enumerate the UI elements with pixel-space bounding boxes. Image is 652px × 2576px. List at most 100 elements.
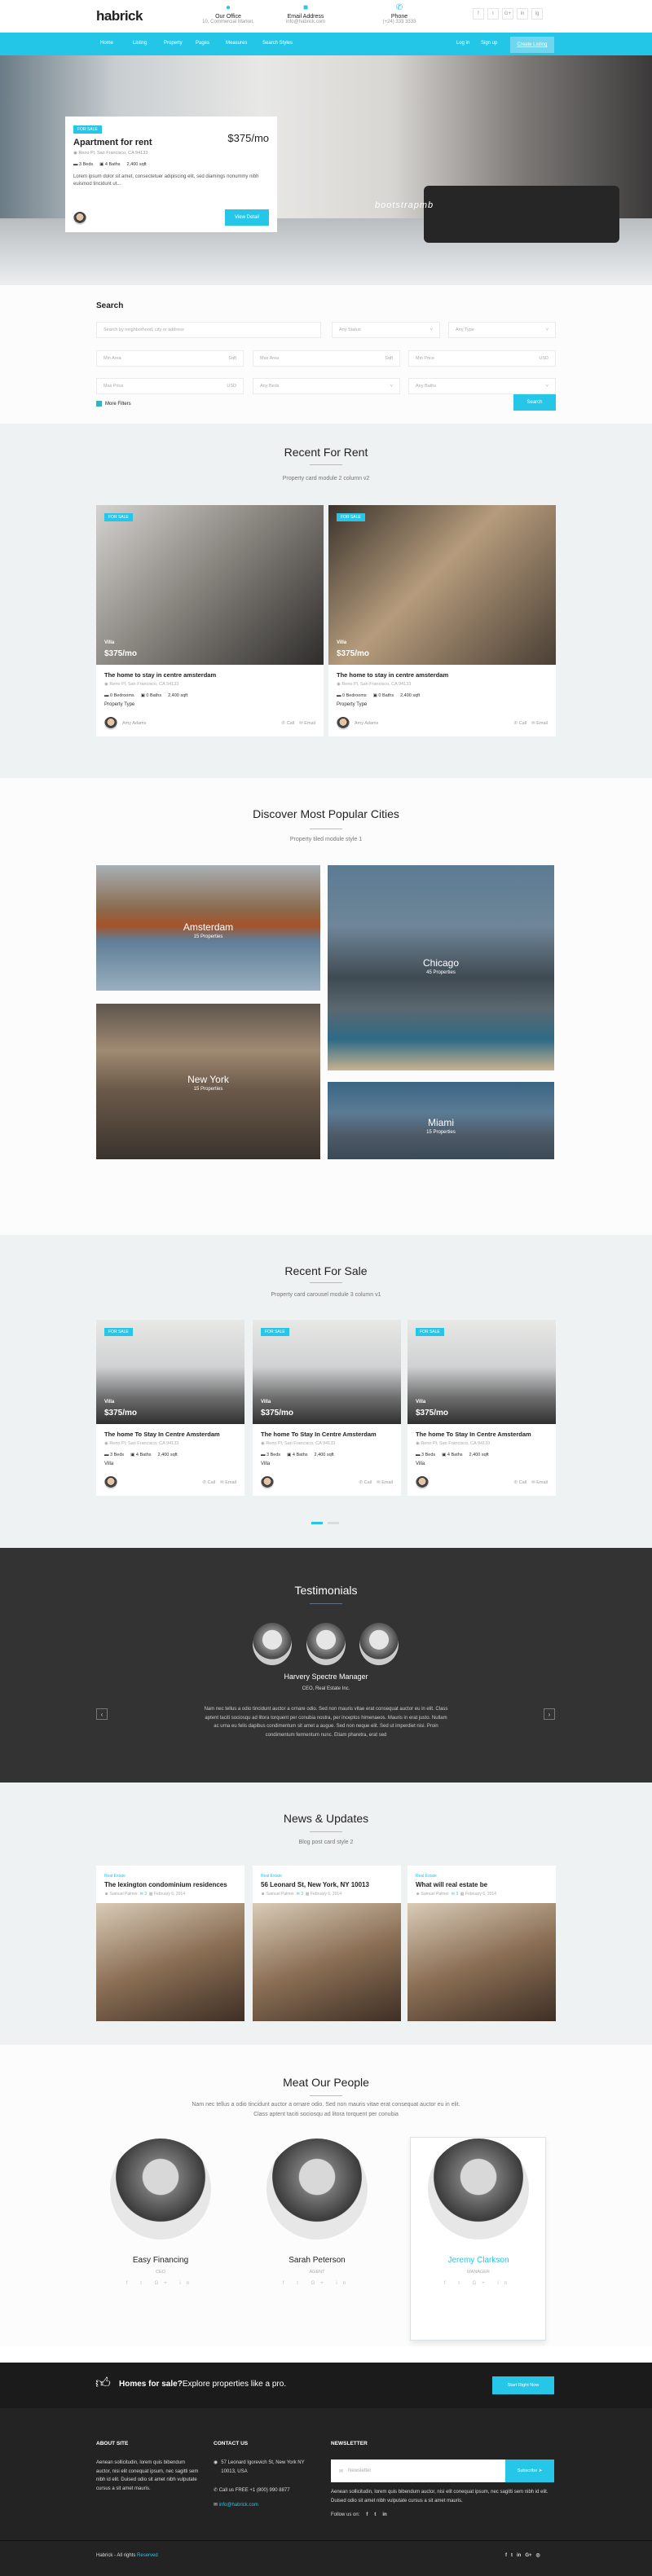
- twitter-icon[interactable]: t: [487, 8, 499, 20]
- nav-listing[interactable]: Listing: [133, 41, 147, 46]
- property-image[interactable]: For Sale Villa $375/mo: [96, 1320, 244, 1424]
- nav-measures[interactable]: Measures: [226, 41, 247, 46]
- agent-name[interactable]: Amy Adams: [355, 721, 378, 726]
- agent-name[interactable]: Amy Adams: [122, 721, 146, 726]
- member-name[interactable]: Easy Financing: [110, 2256, 211, 2265]
- testimonial-avatar[interactable]: [359, 1623, 399, 1665]
- city-tile-miami[interactable]: Miami 15 Properties: [328, 1082, 554, 1159]
- call-button[interactable]: ✆ Call: [281, 721, 294, 726]
- property-title[interactable]: The home to stay in centre amsterdam: [104, 671, 315, 679]
- linkedin-icon[interactable]: in: [517, 8, 528, 20]
- news-card[interactable]: Real Estate The lexington condominium re…: [96, 1866, 244, 2021]
- subscribe-button[interactable]: Subscribe ➤: [505, 2460, 554, 2482]
- property-image[interactable]: For Sale Villa $375/mo: [253, 1320, 401, 1424]
- post-category[interactable]: Real Estate: [253, 1866, 401, 1879]
- call-button[interactable]: ✆ Call: [202, 1480, 215, 1485]
- type-select[interactable]: Any Type ˅: [448, 322, 556, 338]
- post-title[interactable]: The lexington condominium residences: [96, 1879, 244, 1888]
- nav-home[interactable]: Home: [100, 41, 113, 46]
- max-area-input[interactable]: Max Area Sqft: [253, 350, 400, 367]
- create-listing-button[interactable]: Create Listing: [510, 37, 554, 53]
- signup-link[interactable]: Sign up: [481, 41, 497, 46]
- newsletter-input[interactable]: ✉ Newsletter: [331, 2460, 505, 2482]
- status-select[interactable]: Any Status ˅: [332, 322, 440, 338]
- post-title[interactable]: What will real estate be: [408, 1879, 556, 1888]
- min-price-input[interactable]: Min Price USD: [408, 350, 556, 367]
- nav-search-styles[interactable]: Search Styles: [262, 41, 293, 46]
- carousel-dot[interactable]: [328, 1522, 339, 1524]
- property-card[interactable]: For Sale Villa $375/mo The home to stay …: [96, 505, 324, 736]
- facebook-icon[interactable]: f: [473, 8, 484, 20]
- login-link[interactable]: Log in: [456, 41, 469, 46]
- nav-property[interactable]: Property: [164, 41, 183, 46]
- linkedin-icon[interactable]: in: [382, 2511, 386, 2520]
- testimonial-avatar[interactable]: [253, 1623, 292, 1665]
- post-image[interactable]: [253, 1903, 401, 2021]
- call-button[interactable]: ✆ Call: [359, 1480, 372, 1485]
- instagram-icon[interactable]: ◎: [536, 2552, 540, 2561]
- chevron-right-icon[interactable]: ›: [544, 1708, 555, 1720]
- email-value[interactable]: info@habrick.com: [286, 20, 325, 24]
- agent-avatar[interactable]: [73, 212, 86, 225]
- email-button[interactable]: ✉ Email: [531, 721, 548, 726]
- email-button[interactable]: ✉ Email: [531, 1480, 548, 1485]
- news-card[interactable]: Real Estate 56 Leonard St, New York, NY …: [253, 1866, 401, 2021]
- email-button[interactable]: ✉ Email: [377, 1480, 393, 1485]
- carousel-dot-active[interactable]: [311, 1522, 323, 1524]
- member-name[interactable]: Sarah Peterson: [267, 2256, 368, 2265]
- call-button[interactable]: ✆ Call: [513, 1480, 526, 1485]
- email-link[interactable]: info@habrick.com: [219, 2503, 258, 2508]
- agent-avatar[interactable]: [261, 1476, 274, 1489]
- logo[interactable]: habrick: [96, 8, 143, 24]
- search-button[interactable]: Search: [513, 394, 556, 411]
- post-category[interactable]: Real Estate: [408, 1866, 556, 1879]
- max-price-input[interactable]: Max Price USD: [96, 378, 244, 394]
- property-title[interactable]: The home To Stay In Centre Amsterdam: [416, 1431, 548, 1438]
- chevron-left-icon[interactable]: ‹: [96, 1708, 108, 1720]
- facebook-icon[interactable]: f: [366, 2511, 368, 2520]
- member-social-icons[interactable]: f t G+ in: [110, 2281, 211, 2286]
- twitter-icon[interactable]: t: [511, 2552, 513, 2561]
- call-button[interactable]: ✆ Call: [513, 721, 526, 726]
- post-image[interactable]: [96, 1903, 244, 2021]
- twitter-icon[interactable]: t: [374, 2511, 376, 2520]
- linkedin-icon[interactable]: in: [517, 2552, 521, 2561]
- email-button[interactable]: ✉ Email: [220, 1480, 236, 1485]
- min-area-input[interactable]: Min Area Sqft: [96, 350, 244, 367]
- property-title[interactable]: The home To Stay In Centre Amsterdam: [261, 1431, 393, 1438]
- reserved-link[interactable]: Reserved: [137, 2553, 158, 2558]
- property-image[interactable]: For Sale Villa $375/mo: [328, 505, 556, 665]
- member-social-icons[interactable]: f t G+ in: [267, 2281, 368, 2286]
- post-image[interactable]: [408, 1903, 556, 2021]
- google-plus-icon[interactable]: G+: [525, 2552, 531, 2561]
- agent-avatar[interactable]: [337, 717, 350, 730]
- nav-pages[interactable]: Pages: [196, 41, 209, 46]
- google-plus-icon[interactable]: G+: [502, 8, 513, 20]
- member-social-icons[interactable]: f t G+ in: [428, 2281, 529, 2286]
- search-input[interactable]: Search by neighborhood, city or address: [96, 322, 321, 338]
- agent-avatar[interactable]: [104, 1476, 117, 1489]
- contact-email[interactable]: ✉ info@habrick.com: [214, 2501, 258, 2510]
- facebook-icon[interactable]: f: [505, 2552, 507, 2561]
- view-detail-button[interactable]: View Detail: [225, 209, 269, 226]
- property-card[interactable]: For Sale Villa $375/mo The home To Stay …: [408, 1320, 556, 1496]
- post-category[interactable]: Real Estate: [96, 1866, 244, 1879]
- city-tile-chicago[interactable]: Chicago 45 Properties: [328, 865, 554, 1070]
- city-tile-new-york[interactable]: New York 15 Properties: [96, 1004, 320, 1159]
- post-title[interactable]: 56 Leonard St, New York, NY 10013: [253, 1879, 401, 1888]
- property-title[interactable]: The home To Stay In Centre Amsterdam: [104, 1431, 236, 1438]
- news-card[interactable]: Real Estate What will real estate be ☻ S…: [408, 1866, 556, 2021]
- agent-avatar[interactable]: [416, 1476, 429, 1489]
- testimonial-avatar-active[interactable]: [306, 1623, 346, 1665]
- property-image[interactable]: For Sale Villa $375/mo: [96, 505, 324, 665]
- property-card[interactable]: For Sale Villa $375/mo The home To Stay …: [253, 1320, 401, 1496]
- baths-select[interactable]: Any Baths ˅: [408, 378, 556, 394]
- agent-avatar[interactable]: [104, 717, 117, 730]
- more-filters-toggle[interactable]: More Filters: [96, 401, 131, 407]
- property-image[interactable]: For Sale Villa $375/mo: [408, 1320, 556, 1424]
- property-title[interactable]: The home to stay in centre amsterdam: [337, 671, 548, 679]
- email-button[interactable]: ✉ Email: [299, 721, 315, 726]
- property-card[interactable]: For Sale Villa $375/mo The home to stay …: [328, 505, 556, 736]
- city-tile-amsterdam[interactable]: Amsterdam 15 Properties: [96, 865, 320, 991]
- beds-select[interactable]: Any Beds ˅: [253, 378, 400, 394]
